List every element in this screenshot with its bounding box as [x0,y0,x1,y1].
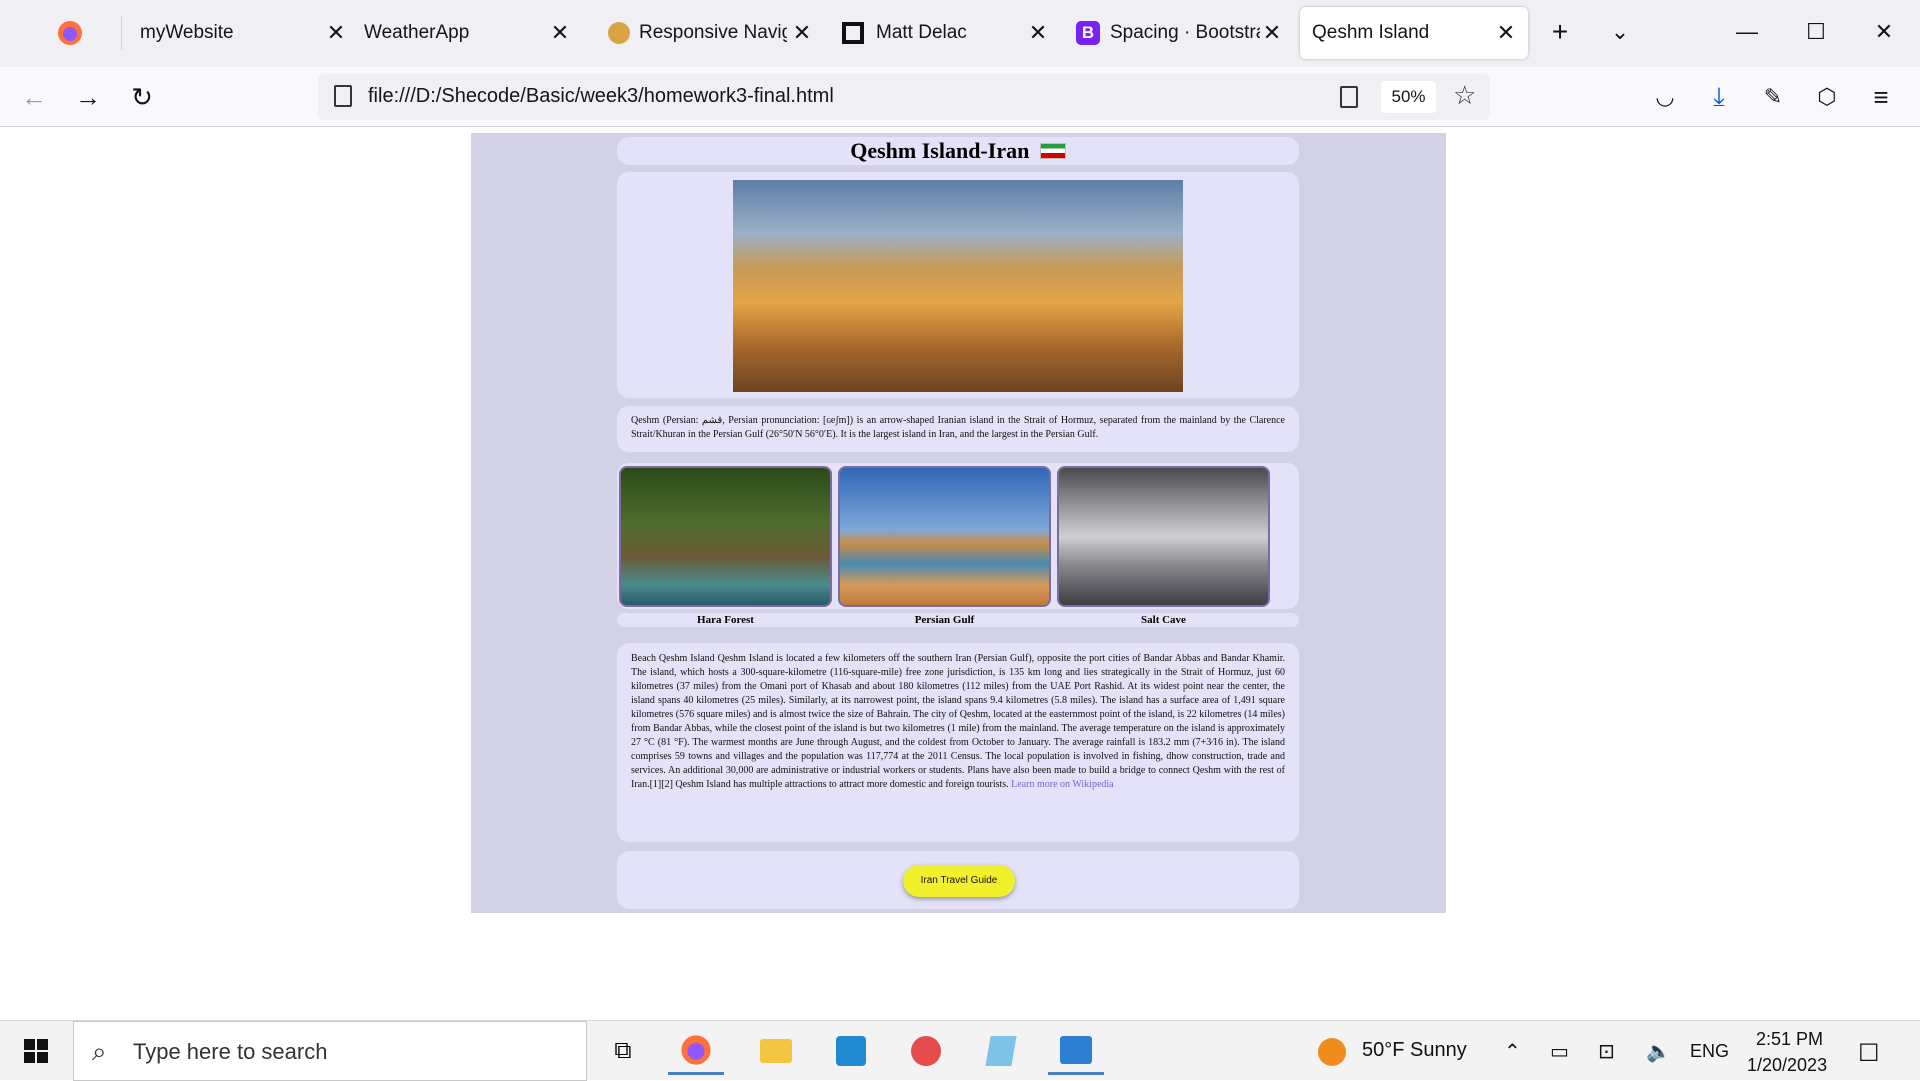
tab-mywebsite[interactable]: myWebsite ✕ [130,7,358,59]
tab-responsive-navigation[interactable]: Responsive Naviga ✕ [608,7,816,59]
close-icon[interactable]: ✕ [548,21,572,45]
close-icon[interactable]: ✕ [1026,21,1050,45]
battery-icon[interactable]: ▭ [1550,1039,1569,1064]
reader-view-icon[interactable] [1340,86,1358,108]
tab-matt-delac[interactable]: Matt Delac ✕ [842,7,1050,59]
forward-button[interactable]: → [68,77,108,117]
task-view-icon[interactable]: ⧉ [595,1027,651,1075]
chevron-up-icon[interactable]: ⌃ [1504,1039,1521,1064]
navigation-bar: ← → ↻ file:///D:/Shecode/Basic/week3/hom… [0,67,1920,127]
tab-title: myWebsite [140,22,234,43]
intro-paragraph: Qeshm (Persian: قشم, Persian pronunciati… [631,415,1285,440]
close-icon[interactable]: ✕ [1260,21,1284,45]
url-bar[interactable]: file:///D:/Shecode/Basic/week3/homework3… [318,74,1490,120]
caption-persian-gulf: Persian Gulf [914,614,975,626]
maximize-button[interactable]: ☐ [1796,12,1836,52]
notification-icon[interactable]: ☐ [1858,1039,1880,1068]
intro-card: Qeshm (Persian: قشم, Persian pronunciati… [617,406,1299,452]
search-placeholder: Type here to search [133,1039,328,1064]
page-viewport: Qeshm Island-Iran Qeshm (Persian: قشم, P… [0,127,1920,1012]
iran-flag-icon [1039,143,1066,159]
gallery-card [617,463,1299,609]
pocket-icon[interactable]: ◡ [1645,77,1685,117]
firefox-icon [58,21,82,45]
vscode-icon[interactable] [823,1027,879,1075]
start-button[interactable] [8,1027,64,1075]
close-icon[interactable]: ✕ [790,21,814,45]
taskbar-search-box[interactable]: ⌕ Type here to search [73,1021,587,1081]
reload-button[interactable]: ↻ [122,77,162,117]
body-paragraph: Beach Qeshm Island Qeshm Island is locat… [631,652,1285,792]
tab-title: Qeshm Island [1312,22,1430,43]
windows-taskbar: ⌕ Type here to search ⧉ 50°F Sunny ⌃ ▭ ⊡… [0,1020,1920,1081]
menu-icon[interactable]: ≡ [1861,77,1901,117]
zoom-level[interactable]: 50% [1381,81,1436,113]
volume-icon[interactable]: 🔈 [1646,1039,1671,1064]
file-explorer-icon[interactable] [748,1027,804,1075]
button-card: Iran Travel Guide [617,851,1299,909]
search-icon: ⌕ [92,1036,107,1066]
caption-hara-forest: Hara Forest [697,614,754,626]
tab-title: Responsive Naviga [639,22,787,43]
close-icon[interactable]: ✕ [324,21,348,45]
bootstrap-icon: B [1076,21,1100,45]
firefox-view-tab[interactable] [56,7,116,59]
body-card: Beach Qeshm Island Qeshm Island is locat… [617,643,1299,842]
title-card: Qeshm Island-Iran [617,137,1299,165]
clock-date[interactable]: 1/20/2023 [1747,1055,1827,1076]
captions-card: Hara Forest Persian Gulf Salt Cave [617,613,1299,627]
firefox-taskbar-icon[interactable] [668,1027,724,1075]
iran-travel-guide-button[interactable]: Iran Travel Guide [903,865,1015,897]
tab-bar: myWebsite ✕ WeatherApp ✕ Responsive Navi… [0,0,1920,67]
persian-gulf-image [838,466,1051,607]
bookmark-star-icon[interactable]: ☆ [1453,80,1476,111]
tab-qeshm-island[interactable]: Qeshm Island ✕ [1300,7,1528,59]
wikipedia-link[interactable]: Learn more on Wikipedia [1011,779,1113,790]
tab-title: WeatherApp [364,22,470,43]
tab-weatherapp[interactable]: WeatherApp ✕ [364,7,582,59]
downloads-icon[interactable]: ⤓ [1699,77,1739,117]
list-tabs-button[interactable]: ⌄ [1600,12,1640,52]
photos-icon[interactable] [1048,1027,1104,1075]
clock-time[interactable]: 2:51 PM [1756,1029,1823,1050]
tab-title: Spacing · Bootstrap [1110,22,1260,43]
network-icon[interactable]: ⊡ [1598,1039,1615,1064]
body-text: Beach Qeshm Island Qeshm Island is locat… [631,653,1285,790]
eyedropper-icon[interactable]: ✎ [1753,77,1793,117]
caption-salt-cave: Salt Cave [1141,614,1186,626]
notepad-icon[interactable] [973,1027,1029,1075]
tab-bootstrap-spacing[interactable]: B Spacing · Bootstrap ✕ [1076,7,1284,59]
minimize-button[interactable]: — [1727,12,1767,52]
close-window-button[interactable]: ✕ [1864,12,1904,52]
hero-image-qeshm-canyon [733,180,1183,392]
hara-forest-image [619,466,832,607]
hero-card [617,172,1299,398]
page-icon [334,85,352,107]
windows-logo-icon [24,1039,48,1063]
weather-sun-icon [1318,1038,1346,1066]
new-tab-button[interactable]: + [1540,12,1580,52]
page-title: Qeshm Island-Iran [850,138,1030,163]
square-favicon-icon [842,22,864,44]
emoji-favicon-icon [608,22,630,44]
tab-title: Matt Delac [876,22,967,43]
extensions-icon[interactable]: ⬡ [1807,77,1847,117]
back-button[interactable]: ← [14,77,54,117]
url-text[interactable]: file:///D:/Shecode/Basic/week3/homework3… [368,85,834,108]
close-icon[interactable]: ✕ [1494,21,1518,45]
app-red-icon[interactable] [898,1027,954,1075]
page-container: Qeshm Island-Iran Qeshm (Persian: قشم, P… [471,133,1446,913]
language-indicator[interactable]: ENG [1690,1041,1729,1062]
weather-text[interactable]: 50°F Sunny [1362,1039,1467,1062]
salt-cave-image [1057,466,1270,607]
